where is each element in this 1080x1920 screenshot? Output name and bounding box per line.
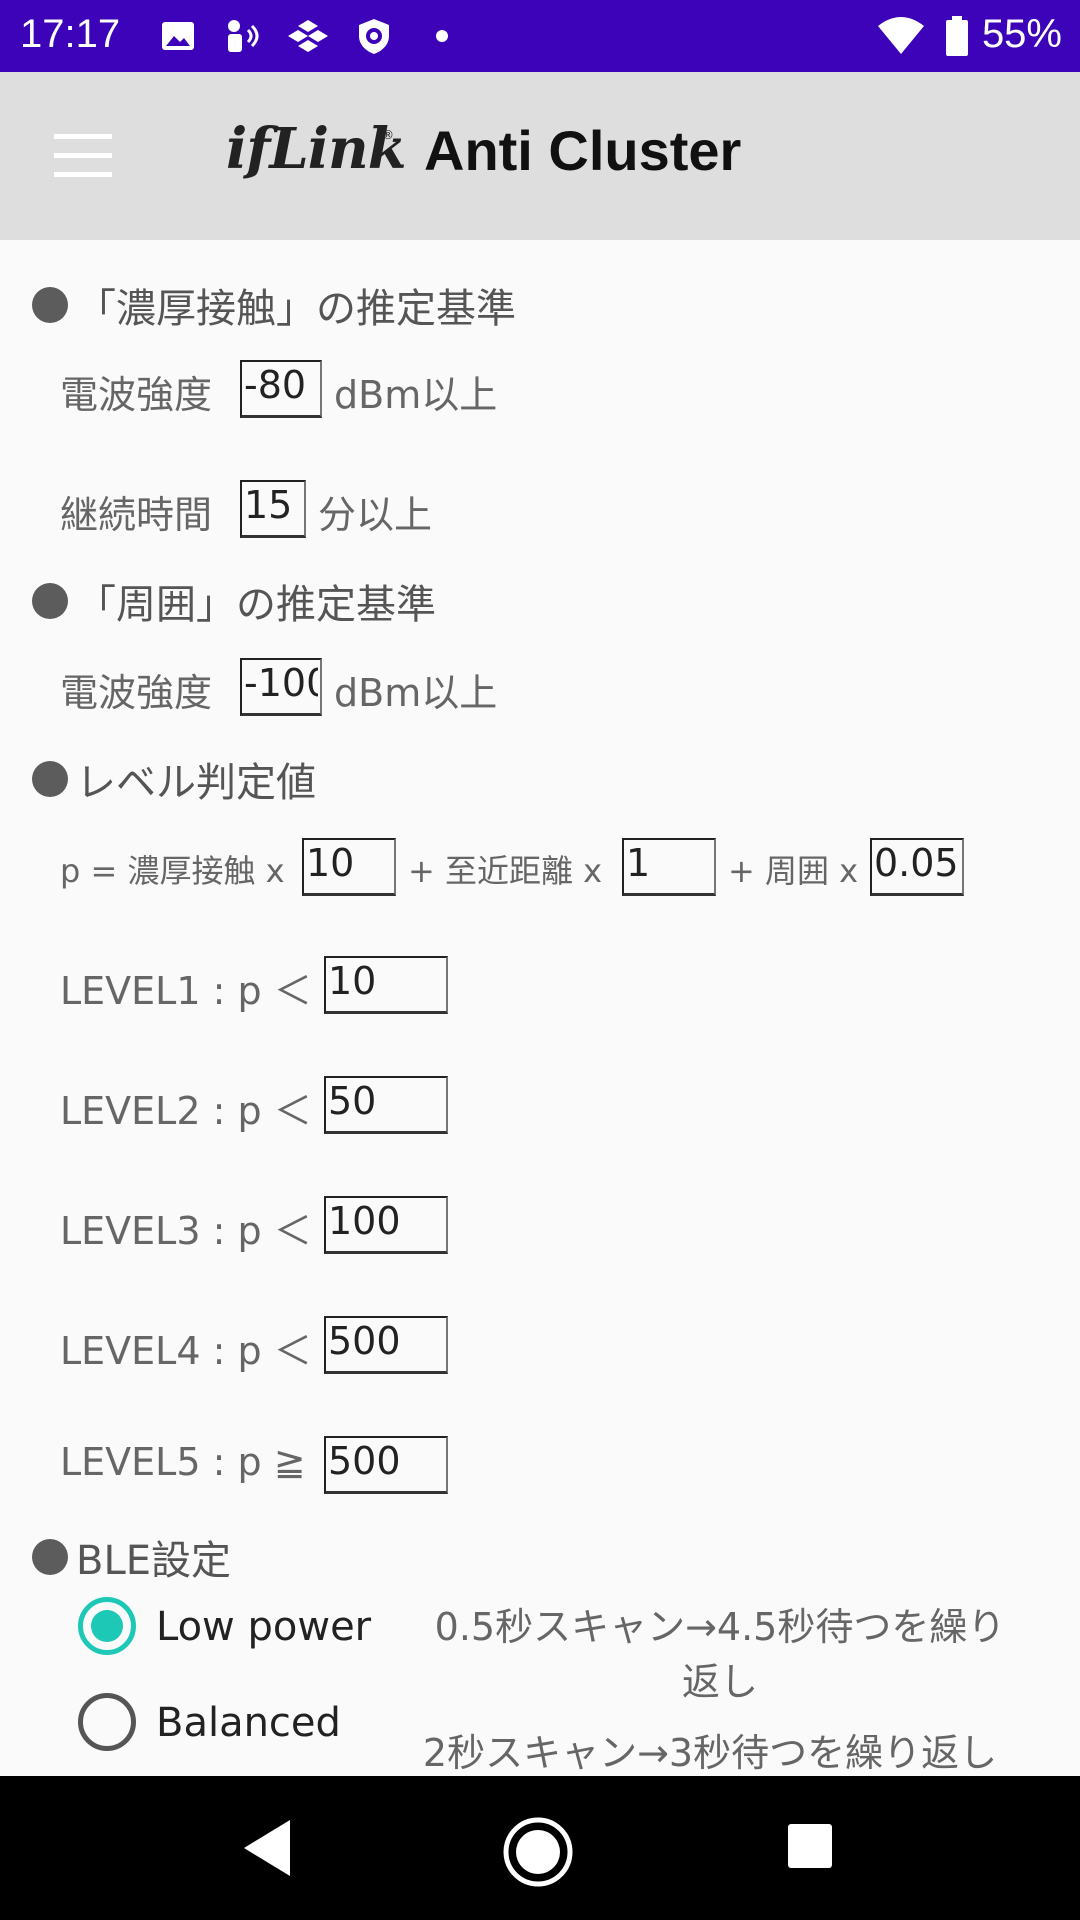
bullet-icon [32,761,68,797]
shield-icon [359,19,389,54]
status-time: 17:17 [20,12,121,56]
status-bar: 17:17 55% [0,0,1080,72]
level3-input[interactable] [324,1196,448,1254]
hamburger-menu-icon[interactable] [54,134,112,178]
level1-label: LEVEL1 : p ＜ [60,969,312,1013]
ble-heading: BLE設定 [32,1528,231,1586]
level5-input[interactable] [324,1436,448,1494]
image-notification-icon [162,22,194,50]
formula-nearest-label: + 至近距離 x [408,852,603,890]
close-contact-heading-text: 「濃厚接触」の推定基準 [76,286,516,332]
level2-label: LEVEL2 : p ＜ [60,1089,312,1133]
surround-signal-input[interactable] [240,658,322,716]
app-bar: ifLink ® Anti Cluster [0,72,1080,240]
close-signal-unit: dBm以上 [334,373,498,417]
nfc-notification-icon [228,20,259,52]
balanced-label[interactable]: Balanced [156,1700,341,1746]
close-contact-heading: 「濃厚接触」の推定基準 [32,276,516,334]
battery-percent: 55% [981,12,1062,56]
level4-label: LEVEL4 : p ＜ [60,1329,312,1373]
more-notifications-dot-icon [436,30,448,42]
low-power-radio[interactable] [78,1597,136,1655]
level2-input[interactable] [324,1076,448,1134]
nearest-weight-input[interactable] [622,838,716,896]
close-signal-input[interactable] [240,360,322,418]
bullet-icon [32,287,68,323]
balanced-description: 2秒スキャン→3秒待つを繰り返し [422,1731,998,1775]
low-power-desc-line1: 0.5秒スキャン→4.5秒待つを繰り [434,1605,1006,1649]
surround-signal-label: 電波強度 [60,671,213,715]
battery-icon [946,16,968,56]
level-heading-text: レベル判定値 [76,760,316,806]
level3-label: LEVEL3 : p ＜ [60,1209,312,1253]
brand-registered-mark: ® [382,128,394,142]
low-power-desc-line2: 返し [681,1660,758,1704]
formula-prefix: p = 濃厚接触 x [60,852,285,890]
back-icon[interactable] [240,1816,296,1880]
surrounding-heading-text: 「周囲」の推定基準 [76,582,436,628]
formula-surround-label: + 周囲 x [728,852,859,890]
low-power-label[interactable]: Low power [156,1604,371,1650]
ble-heading-text: BLE設定 [76,1538,231,1584]
low-power-description: 0.5秒スキャン→4.5秒待つを繰り 返し [400,1596,1040,1706]
level1-input[interactable] [324,956,448,1014]
app-title: Anti Cluster [424,119,742,182]
bullet-icon [32,583,68,619]
navigation-bar [0,1776,1080,1920]
close-duration-label: 継続時間 [60,493,213,537]
surround-weight-input[interactable] [870,838,964,896]
bullet-icon [32,1539,68,1575]
app-notification-icon [288,20,328,52]
close-weight-input[interactable] [302,838,396,896]
level5-label: LEVEL5 : p ≧ [60,1440,306,1484]
brand-logo: ifLink [226,116,407,182]
level-heading: レベル判定値 [32,750,316,808]
level4-input[interactable] [324,1316,448,1374]
close-signal-label: 電波強度 [60,373,213,417]
surround-signal-unit: dBm以上 [334,671,498,715]
balanced-radio[interactable] [78,1693,136,1751]
recents-icon[interactable] [786,1822,834,1870]
home-icon[interactable] [502,1816,574,1888]
close-duration-input[interactable] [240,480,306,538]
wifi-icon [878,17,924,54]
surrounding-heading: 「周囲」の推定基準 [32,572,436,630]
close-duration-unit: 分以上 [318,493,433,537]
